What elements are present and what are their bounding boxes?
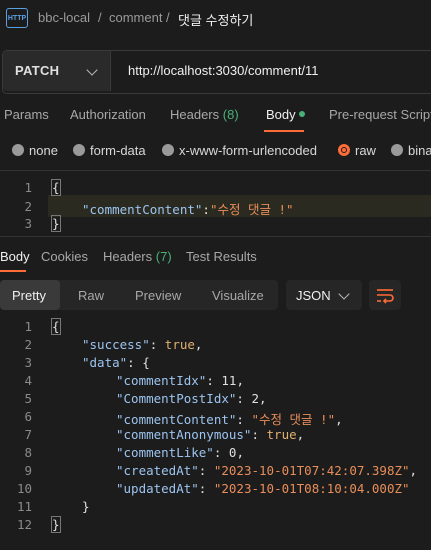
active-tab-underline xyxy=(264,130,304,132)
code-line: "success": true, xyxy=(82,337,203,352)
response-tab-cookies[interactable]: Cookies xyxy=(41,249,88,264)
divider xyxy=(0,170,431,171)
code-line: } xyxy=(82,499,90,514)
active-response-tab-underline xyxy=(0,270,26,272)
tab-headers-label: Headers xyxy=(170,107,220,122)
wrap-lines-button[interactable] xyxy=(369,280,401,310)
line-number: 1 xyxy=(24,180,32,195)
http-icon: HTTP xyxy=(6,8,28,28)
radio-label-form-data: form-data xyxy=(90,143,146,158)
code-line: "CommentPostIdx": 2, xyxy=(116,391,267,406)
radio-raw[interactable] xyxy=(338,144,350,156)
line-number: 5 xyxy=(24,391,32,406)
line-number: 4 xyxy=(24,373,32,388)
divider xyxy=(0,236,431,237)
view-pretty-button[interactable]: Pretty xyxy=(12,288,46,303)
json-string: "수정 댓글 !" xyxy=(209,202,294,217)
response-tab-headers[interactable]: Headers (7) xyxy=(103,249,172,264)
line-number: 8 xyxy=(24,445,32,460)
breadcrumb-separator: / xyxy=(166,10,170,25)
code-brace: } xyxy=(51,516,61,533)
code-brace: { xyxy=(51,179,61,196)
line-number: 1 xyxy=(24,319,32,334)
view-preview-button[interactable]: Preview xyxy=(135,288,181,303)
response-tab-body[interactable]: Body xyxy=(0,249,30,264)
headers-count-badge: (8) xyxy=(222,107,239,122)
radio-label-none: none xyxy=(29,143,58,158)
tab-body[interactable]: Body xyxy=(266,107,296,122)
code-brace: { xyxy=(51,318,61,335)
line-number: 6 xyxy=(24,409,32,424)
wrap-lines-icon xyxy=(377,289,394,304)
tab-pre-request-script[interactable]: Pre-request Script xyxy=(329,107,431,122)
request-name[interactable]: 댓글 수정하기 xyxy=(178,10,253,29)
format-select-label: JSON xyxy=(296,288,331,303)
json-sep: : xyxy=(202,202,210,217)
line-number: 3 xyxy=(24,216,32,231)
tab-headers[interactable]: Headers (8) xyxy=(170,107,239,122)
response-headers-count: (7) xyxy=(155,249,172,264)
breadcrumb-collection[interactable]: bbc-local xyxy=(38,10,90,25)
code-line: "commentAnonymous": true, xyxy=(116,427,305,442)
line-number: 10 xyxy=(16,481,32,496)
breadcrumb-folder[interactable]: comment xyxy=(109,10,162,25)
line-number: 2 xyxy=(24,199,32,214)
tab-authorization[interactable]: Authorization xyxy=(70,107,146,122)
response-headers-label: Headers xyxy=(103,249,153,264)
response-tab-test-results[interactable]: Test Results xyxy=(186,249,257,264)
radio-label-raw: raw xyxy=(355,143,376,158)
line-number: 3 xyxy=(24,355,32,370)
code-line: "commentIdx": 11, xyxy=(116,373,244,388)
view-visualize-button[interactable]: Visualize xyxy=(212,288,264,303)
radio-binary[interactable] xyxy=(391,144,403,156)
line-number: 11 xyxy=(16,499,32,514)
body-modified-dot xyxy=(299,111,305,117)
radio-label-urlencoded: x-www-form-urlencoded xyxy=(179,143,317,158)
radio-urlencoded[interactable] xyxy=(162,144,174,156)
radio-none[interactable] xyxy=(12,144,24,156)
radio-label-binary: binary xyxy=(408,143,431,158)
code-line: "commentLike": 0, xyxy=(116,445,244,460)
json-key: "commentContent" xyxy=(82,202,203,217)
code-brace: } xyxy=(51,215,61,232)
code-line: "updatedAt": "2023-10-01T08:10:04.000Z" xyxy=(116,481,410,496)
code-line: "commentContent": "수정 댓글 !", xyxy=(116,412,343,427)
code-line: "data": { xyxy=(82,355,150,370)
url-input[interactable]: http://localhost:3030/comment/11 xyxy=(128,63,319,78)
method-label: PATCH xyxy=(15,63,60,78)
request-body-line[interactable]: "commentContent":"수정 댓글 !" xyxy=(82,199,294,218)
code-line: "createdAt": "2023-10-01T07:42:07.398Z", xyxy=(116,463,418,478)
breadcrumb-separator: / xyxy=(98,10,102,25)
line-number: 2 xyxy=(24,337,32,352)
tab-params[interactable]: Params xyxy=(4,107,49,122)
line-number: 12 xyxy=(16,517,32,532)
line-number: 9 xyxy=(24,463,32,478)
line-number: 7 xyxy=(24,427,32,442)
view-raw-button[interactable]: Raw xyxy=(78,288,104,303)
radio-form-data[interactable] xyxy=(73,144,85,156)
